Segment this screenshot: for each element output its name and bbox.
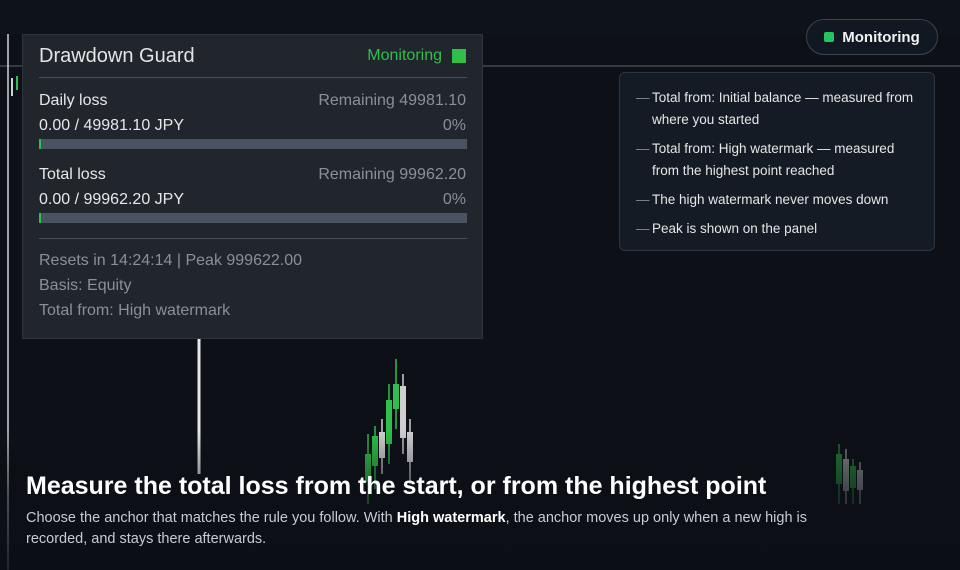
- total-loss-label: Total loss: [39, 166, 106, 183]
- caption-body-emphasis: High watermark: [396, 510, 506, 526]
- info-item: — Total from: Initial balance — measured…: [636, 87, 920, 131]
- dash-icon: —: [636, 221, 650, 236]
- caption-body-start: Choose the anchor that matches the rule …: [26, 510, 397, 526]
- total-loss-progress-fill: [39, 213, 41, 223]
- candle: [393, 384, 399, 409]
- total-from-line: Total from: High watermark: [39, 302, 231, 319]
- panel-title: Drawdown Guard: [39, 45, 195, 67]
- caption: Measure the total loss from the start, o…: [26, 470, 886, 550]
- status-dot-icon: [824, 32, 835, 42]
- caption-headline: Measure the total loss from the start, o…: [26, 472, 767, 500]
- daily-loss-value: 0.00 / 49981.10 JPY: [39, 117, 184, 134]
- info-item-text: The high watermark never moves down: [652, 192, 889, 207]
- panel-divider: [39, 238, 467, 239]
- info-item: — Total from: High watermark — measured …: [636, 138, 920, 182]
- drawdown-guard-panel: Drawdown Guard Monitoring Daily loss Rem…: [22, 34, 483, 339]
- dash-icon: —: [636, 90, 650, 105]
- monitoring-status-pill[interactable]: Monitoring: [806, 19, 938, 55]
- dash-icon: —: [636, 141, 650, 156]
- info-item: — The high watermark never moves down: [636, 189, 920, 211]
- status-square-icon: [452, 49, 466, 63]
- daily-loss-progress-fill: [39, 139, 41, 149]
- info-item-text: Total from: High watermark — measured fr…: [652, 141, 895, 178]
- panel-status-label: Monitoring: [367, 47, 442, 64]
- dash-icon: —: [636, 192, 650, 207]
- total-loss-progress-bar: [39, 213, 467, 223]
- info-item-text: Total from: Initial balance — measured f…: [652, 90, 914, 127]
- daily-loss-label: Daily loss: [39, 92, 108, 109]
- panel-status: Monitoring: [367, 47, 466, 65]
- basis-line: Basis: Equity: [39, 277, 132, 294]
- total-loss-value: 0.00 / 99962.20 JPY: [39, 191, 184, 208]
- daily-loss-progress-bar: [39, 139, 467, 149]
- panel-divider: [39, 77, 467, 78]
- daily-loss-remaining: Remaining 49981.10: [318, 92, 466, 109]
- daily-loss-percent: 0%: [442, 117, 466, 134]
- info-item: — Peak is shown on the panel: [636, 218, 920, 240]
- total-loss-remaining: Remaining 99962.20: [318, 166, 466, 183]
- total-loss-percent: 0%: [442, 191, 466, 208]
- status-pill-label: Monitoring: [842, 28, 920, 46]
- info-callout: — Total from: Initial balance — measured…: [619, 72, 935, 251]
- info-item-text: Peak is shown on the panel: [652, 221, 818, 236]
- caption-body: Choose the anchor that matches the rule …: [26, 508, 866, 550]
- resets-peak-line: Resets in 14:24:14 | Peak 999622.00: [39, 252, 303, 269]
